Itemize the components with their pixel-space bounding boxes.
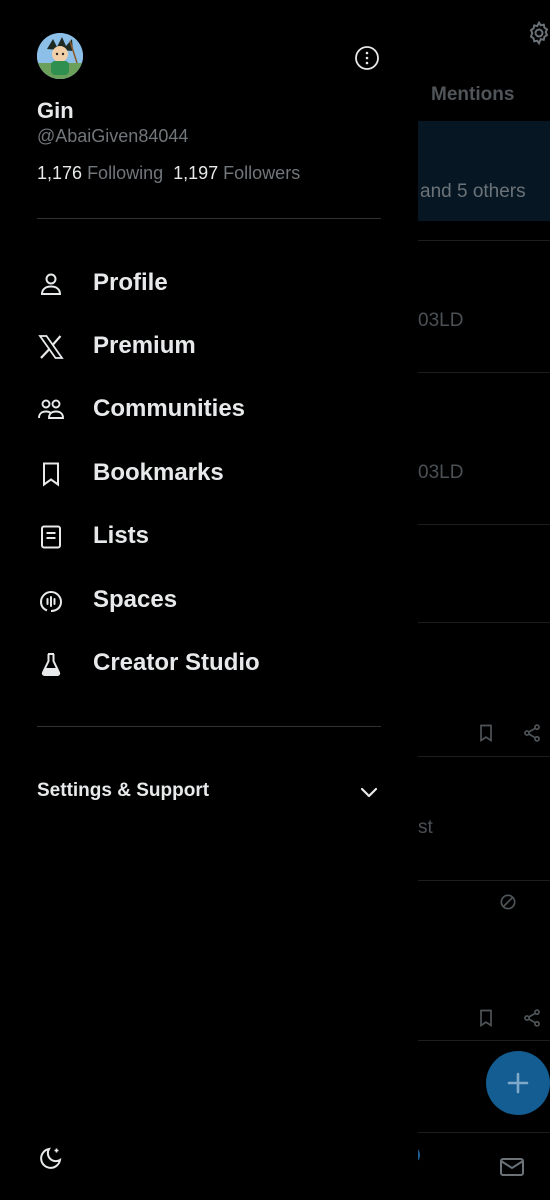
compose-fab[interactable]	[486, 1051, 550, 1115]
menu-label: Spaces	[93, 586, 178, 613]
tab-mentions[interactable]: Mentions	[431, 84, 514, 106]
menu-item-creator-studio[interactable]: Creator Studio	[0, 635, 418, 691]
mail-icon[interactable]	[499, 1156, 525, 1178]
menu-item-lists[interactable]: Lists	[0, 508, 418, 564]
display-name[interactable]: Gin	[37, 98, 74, 124]
following-label: Following	[87, 163, 164, 183]
menu-item-premium[interactable]: Premium	[0, 318, 418, 374]
notification-summary: and 5 others	[420, 181, 526, 202]
person-icon	[40, 273, 62, 295]
feed-divider	[418, 756, 550, 757]
avatar[interactable]	[37, 33, 83, 79]
bookmark-icon[interactable]	[476, 1008, 496, 1028]
feed-text: 03LD	[418, 310, 464, 331]
notification-highlight[interactable]	[418, 121, 550, 221]
bookmark-icon	[43, 462, 59, 487]
followers-label: Followers	[223, 163, 301, 183]
communities-icon	[38, 399, 64, 419]
bottom-nav	[418, 1132, 550, 1200]
x-logo-icon	[38, 335, 64, 359]
side-drawer: Gin @AbaiGiven84044 1,176 Following 1,197…	[0, 0, 418, 1200]
divider	[37, 218, 381, 219]
feed-divider	[418, 240, 550, 241]
menu-label: Profile	[93, 269, 168, 296]
following-link[interactable]: 1,176 Following	[37, 163, 163, 183]
settings-support-label: Settings & Support	[37, 780, 210, 801]
no-entry-icon	[500, 894, 516, 910]
share-icon[interactable]	[522, 1008, 542, 1028]
settings-support-toggle[interactable]: Settings & Support	[0, 770, 418, 814]
menu-item-communities[interactable]: Communities	[0, 381, 418, 437]
menu-label: Creator Studio	[93, 649, 260, 676]
menu-item-bookmarks[interactable]: Bookmarks	[0, 445, 418, 501]
following-count: 1,176	[37, 163, 83, 183]
bookmark-icon[interactable]	[476, 723, 496, 743]
spaces-icon	[40, 590, 63, 612]
menu-label: Communities	[93, 395, 246, 422]
feed-text: st	[418, 817, 433, 838]
menu-item-profile[interactable]: Profile	[0, 255, 418, 311]
menu-item-spaces[interactable]: Spaces	[0, 572, 418, 628]
follow-counts: 1,176 Following 1,197 Followers	[37, 163, 300, 184]
feed-divider	[418, 524, 550, 525]
feed-text: 03LD	[418, 462, 464, 483]
app-screen: Mentions and 5 others 03LD 03LD st Gin @…	[0, 0, 550, 1200]
feed-divider	[418, 1040, 550, 1041]
menu-label: Lists	[93, 522, 150, 549]
followers-link[interactable]: 1,197 Followers	[173, 163, 300, 183]
avatar-image	[37, 33, 83, 79]
menu-label: Bookmarks	[93, 459, 224, 486]
menu-label: Premium	[93, 332, 196, 359]
divider	[37, 726, 381, 727]
more-options-icon[interactable]	[354, 45, 380, 71]
plus-icon	[507, 1072, 529, 1094]
feed-divider	[418, 880, 550, 881]
share-icon[interactable]	[522, 723, 542, 743]
followers-count: 1,197	[173, 163, 219, 183]
lists-icon	[41, 525, 61, 549]
user-handle: @AbaiGiven84044	[37, 126, 189, 146]
feed-divider	[418, 622, 550, 623]
settings-gear-icon[interactable]	[526, 20, 550, 46]
chevron-down-icon	[360, 787, 378, 798]
night-mode-icon[interactable]	[36, 1145, 64, 1173]
feed-divider	[418, 372, 550, 373]
flask-icon	[41, 653, 61, 676]
